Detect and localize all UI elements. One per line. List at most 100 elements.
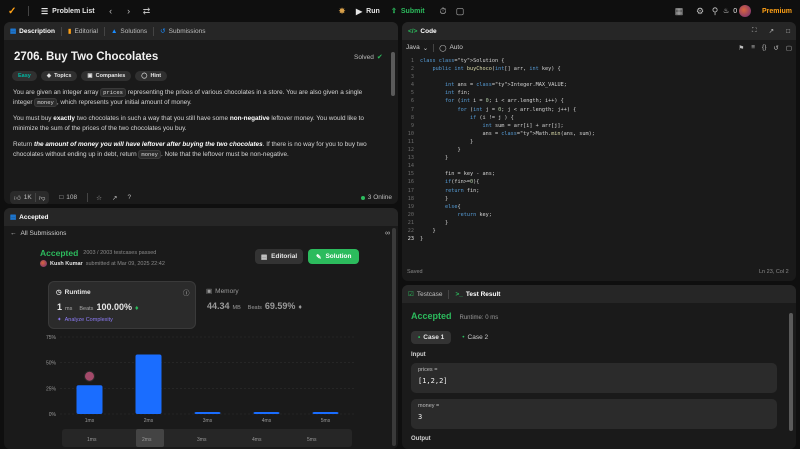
scrollbar[interactable] <box>392 228 396 446</box>
hint-button[interactable]: ◯ Hint <box>135 71 168 81</box>
code-line[interactable]: 10 ans = class="ty">Math.min(ans, sum); <box>402 130 782 138</box>
code-text: } <box>420 227 436 234</box>
premium-link[interactable]: Premium <box>762 8 792 15</box>
note-icon[interactable]: ▢ <box>454 5 466 17</box>
chart-bar[interactable] <box>194 411 221 414</box>
code-text: for (int i = 0; i < arr.length; i++) { <box>445 98 564 105</box>
code-line[interactable]: 17 return fin; <box>402 187 782 195</box>
scrollbar[interactable] <box>789 313 793 431</box>
tab-solutions[interactable]: ▲ Solutions <box>111 28 147 35</box>
tab-description[interactable]: ▤ Description <box>10 27 55 36</box>
analyze-complexity-link[interactable]: ✦ Analyze Complexity <box>57 317 113 323</box>
star-icon[interactable]: ☆ <box>96 194 102 202</box>
tab-accepted[interactable]: ▤ Accepted <box>10 213 48 222</box>
debug-icon[interactable]: ✸ <box>336 5 348 17</box>
pass-dot-icon: • <box>418 334 421 341</box>
solution-button[interactable]: ✎ Solution <box>308 249 360 264</box>
tab-editorial[interactable]: ▮ Editorial <box>68 27 98 36</box>
auto-mode-toggle[interactable]: ◯ Auto <box>439 44 463 52</box>
maximize-icon[interactable]: ⛶ <box>752 27 757 35</box>
avatar[interactable] <box>739 5 751 17</box>
code-line[interactable]: 9 int sum = arr[i] + arr[j]; <box>402 122 782 130</box>
chart-bar[interactable] <box>76 385 103 414</box>
format-icon[interactable]: ≡ <box>751 44 755 51</box>
code-line[interactable]: 4 int ans = class="ty">Integer.MAX_VALUE… <box>402 81 782 89</box>
all-submissions-link[interactable]: ← All Submissions <box>10 230 66 237</box>
info-icon[interactable]: ⓘ <box>183 287 190 297</box>
scrollbar[interactable] <box>391 52 395 96</box>
user-name[interactable]: Kush Kumar <box>50 261 83 267</box>
layout-icon[interactable]: ▦ <box>673 5 685 17</box>
cursor-position: Ln 23, Col 2 <box>759 269 789 275</box>
chart-bar[interactable] <box>135 354 162 414</box>
code-line[interactable]: 12 } <box>402 146 782 154</box>
online-indicator: 3 Online <box>360 194 392 201</box>
code-line[interactable]: 19 else{ <box>402 203 782 211</box>
bookmark-icon[interactable]: ⚑ <box>738 44 744 52</box>
code-line[interactable]: 23} <box>402 235 782 243</box>
code-line[interactable]: 3 <box>402 73 782 81</box>
companies-button[interactable]: ▣ Companies <box>81 71 132 81</box>
code-line[interactable]: 5 int fin; <box>402 89 782 97</box>
braces-icon[interactable]: {} <box>762 44 766 51</box>
code-line[interactable]: 1 class class="ty">Solution { <box>402 57 782 65</box>
chevron-left-icon[interactable]: ‹ <box>105 5 117 17</box>
code-line[interactable]: 22 } <box>402 227 782 235</box>
code-line[interactable]: 6 for (int i = 0; i < arr.length; i++) { <box>402 97 782 105</box>
code-line[interactable]: 21 } <box>402 219 782 227</box>
code-line[interactable]: 20 return key; <box>402 211 782 219</box>
code-toolbar: Java ⌄ ◯ Auto ⚑ ≡ {} ↺ ▢ <box>406 41 792 54</box>
chart-bar[interactable] <box>253 411 280 414</box>
online-dot-icon <box>360 195 365 200</box>
submit-button[interactable]: ⇧ Submit <box>391 7 425 16</box>
code-line[interactable]: 8 if (i != j ) { <box>402 114 782 122</box>
case-1-tab[interactable]: • Case 1 <box>411 331 452 344</box>
code-icon: </> <box>408 27 418 35</box>
language-select[interactable]: Java ⌄ <box>406 44 428 52</box>
code-line[interactable]: 18 } <box>402 195 782 203</box>
runtime-distribution-chart: 75% 50% 25% 0% 1ms 2ms 3ms 4ms 5ms <box>46 335 355 424</box>
runtime-card[interactable]: ◷ Runtime ⓘ 1 ms Beats 100.00% ♦ ✦ Analyze… <box>48 281 196 329</box>
share-icon[interactable]: ↗ <box>112 194 117 202</box>
link-icon[interactable]: ∞ <box>385 230 390 237</box>
code-line[interactable]: 15 fin = key - ans; <box>402 170 782 178</box>
settings-icon[interactable]: ⚙ <box>694 5 706 17</box>
memory-card[interactable]: ▣ Memory 44.34 MB Beats 69.59% ♦ <box>204 281 352 329</box>
chart-bar[interactable] <box>312 411 339 414</box>
chevron-right-icon[interactable]: › <box>123 5 135 17</box>
fullscreen-icon[interactable]: ▢ <box>786 44 792 52</box>
memory-stats: 44.34 MB Beats 69.59% ♦ <box>207 301 302 311</box>
code-editor[interactable]: 1 class class="ty">Solution {2 public int… <box>402 57 782 247</box>
code-line[interactable]: 14 <box>402 162 782 170</box>
topics-button[interactable]: ◈ Topics <box>40 71 78 81</box>
timer-icon[interactable]: ⏱ <box>437 5 449 17</box>
thumbs-down-icon[interactable]: 👎︎ <box>39 194 46 202</box>
code-line[interactable]: 2 public int buyChoco(int[] arr, int key… <box>402 65 782 73</box>
case-2-tab[interactable]: • Case 2 <box>455 331 495 344</box>
checkbox-icon: ☑ <box>408 291 414 298</box>
tab-submissions[interactable]: ↺ Submissions <box>160 27 205 36</box>
code-line[interactable]: 16 if(fin>=0){ <box>402 178 782 186</box>
editorial-button[interactable]: ▤ Editorial <box>255 249 304 264</box>
tab-test-result[interactable]: >_ Test Result <box>455 291 500 298</box>
like-button[interactable]: 👍︎ 1K 👎︎ <box>10 191 50 204</box>
divider <box>87 193 89 202</box>
code-tab[interactable]: </> Code <box>408 28 437 35</box>
reset-icon[interactable]: ↺ <box>773 44 778 52</box>
help-icon[interactable]: ? <box>127 194 131 201</box>
code-line[interactable]: 11 } <box>402 138 782 146</box>
tab-testcase[interactable]: ☑ Testcase <box>408 290 442 299</box>
code-text: if (i != j ) { <box>469 114 514 121</box>
comments-button[interactable]: □ 108 <box>59 194 77 201</box>
problem-title: 2706. Buy Two Chocolates <box>14 51 159 63</box>
shuffle-icon[interactable]: ⇄ <box>141 5 153 17</box>
code-line[interactable]: 13 } <box>402 154 782 162</box>
dock-icon[interactable]: □ <box>786 28 790 35</box>
streak-counter[interactable]: ♨ 0 <box>723 7 737 16</box>
expand-icon[interactable]: ↗ <box>769 27 774 35</box>
run-button[interactable]: ▶ Run <box>356 7 380 16</box>
code-line[interactable]: 7 for (int j = 0; j < arr.length; j++) { <box>402 106 782 114</box>
leetcode-logo[interactable]: ✓ <box>8 6 22 17</box>
problem-list-button[interactable]: ☰ Problem List <box>41 7 95 16</box>
notifications-icon[interactable]: ⚲ <box>709 5 721 17</box>
